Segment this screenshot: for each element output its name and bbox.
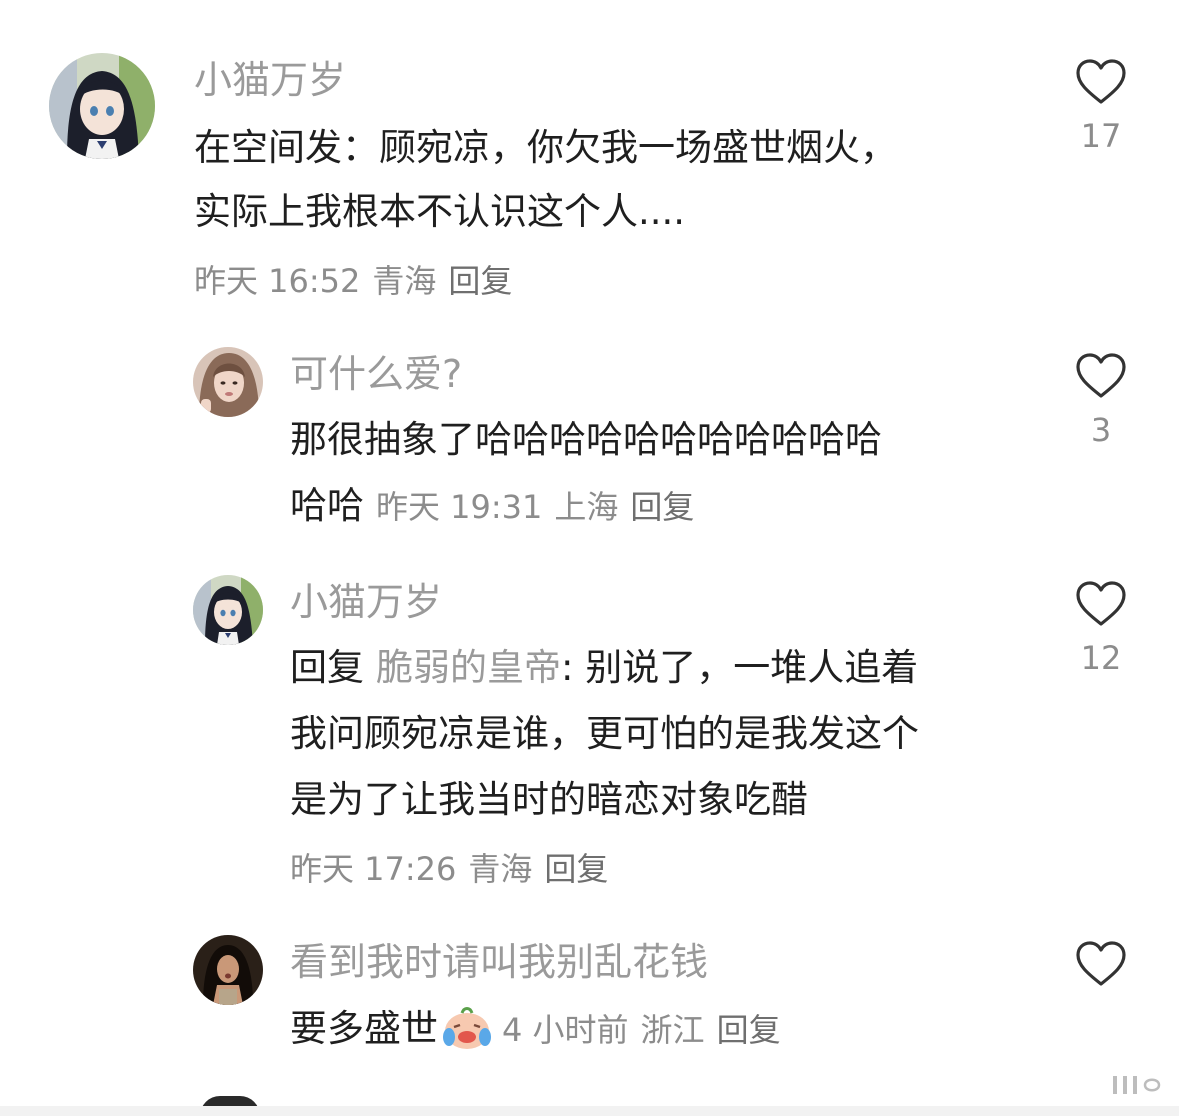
reply-comment-item: 看到我时请叫我别乱花钱 要多盛世 4 小时前 浙江 回复 [0,0,1179,1080]
avatar[interactable] [193,935,263,1005]
comment-text-line-with-meta: 要多盛世 4 小时前 浙江 回复 [290,997,781,1071]
comment-time: 4 小时前 [502,1011,629,1049]
watermark-logo-icon [1109,1072,1169,1098]
comment-text: 要多盛世 [290,1007,438,1050]
crying-laughing-baby-emoji [440,1003,494,1071]
comment-username[interactable]: 看到我时请叫我别乱花钱 [290,938,708,986]
heart-outline-icon [1076,941,1126,986]
like-button[interactable] [1061,940,1141,998]
user-photo-avatar-image [193,935,263,1005]
comment-location: 浙江 [640,1011,705,1049]
bottom-divider [0,1106,1179,1116]
reply-button[interactable]: 回复 [717,1011,781,1049]
